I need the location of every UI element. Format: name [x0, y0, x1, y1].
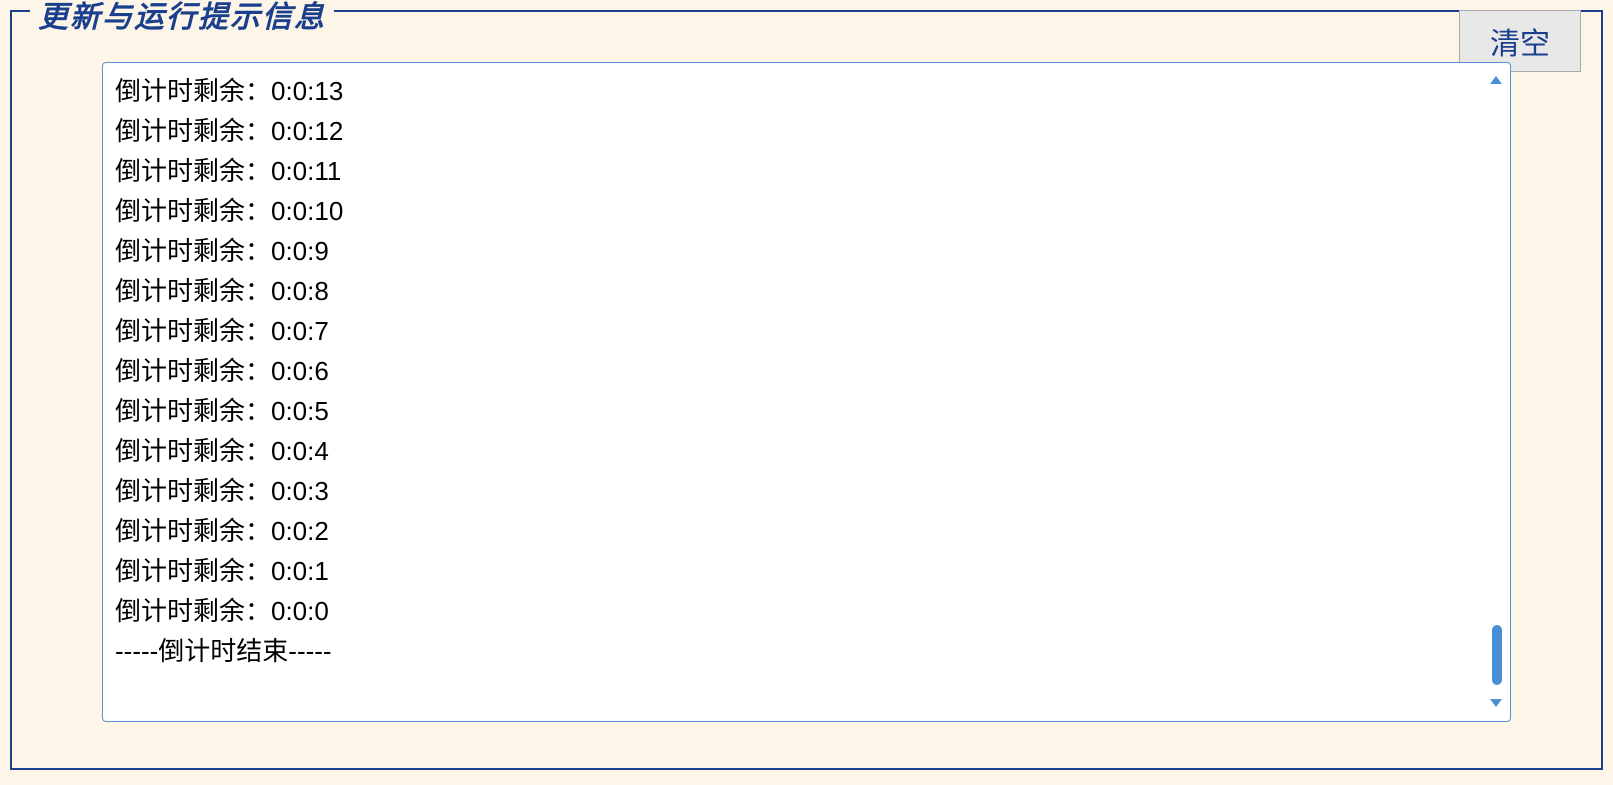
log-line: 倒计时剩余：0:0:0	[115, 591, 1498, 631]
log-line: 倒计时剩余：0:0:4	[115, 431, 1498, 471]
log-line: 倒计时剩余：0:0:8	[115, 271, 1498, 311]
log-panel: 更新与运行提示信息 清空 倒计时剩余：0:0:13倒计时剩余：0:0:12倒计时…	[10, 10, 1603, 770]
log-line: 倒计时剩余：0:0:9	[115, 231, 1498, 271]
log-line: 倒计时剩余：0:0:11	[115, 151, 1498, 191]
scroll-up-icon[interactable]	[1488, 69, 1504, 92]
log-line: 倒计时剩余：0:0:13	[115, 71, 1498, 111]
log-line: 倒计时剩余：0:0:5	[115, 391, 1498, 431]
log-content[interactable]: 倒计时剩余：0:0:13倒计时剩余：0:0:12倒计时剩余：0:0:11倒计时剩…	[103, 63, 1510, 721]
log-line: 倒计时剩余：0:0:1	[115, 551, 1498, 591]
scroll-thumb[interactable]	[1492, 625, 1502, 685]
log-line: -----倒计时结束-----	[115, 631, 1498, 671]
log-line: 倒计时剩余：0:0:12	[115, 111, 1498, 151]
panel-legend: 更新与运行提示信息	[30, 0, 334, 36]
log-line: 倒计时剩余：0:0:2	[115, 511, 1498, 551]
log-line: 倒计时剩余：0:0:7	[115, 311, 1498, 351]
scroll-down-icon[interactable]	[1488, 692, 1504, 715]
log-line: 倒计时剩余：0:0:3	[115, 471, 1498, 511]
log-line: 倒计时剩余：0:0:10	[115, 191, 1498, 231]
log-line: 倒计时剩余：0:0:6	[115, 351, 1498, 391]
log-textarea[interactable]: 倒计时剩余：0:0:13倒计时剩余：0:0:12倒计时剩余：0:0:11倒计时剩…	[102, 62, 1511, 722]
